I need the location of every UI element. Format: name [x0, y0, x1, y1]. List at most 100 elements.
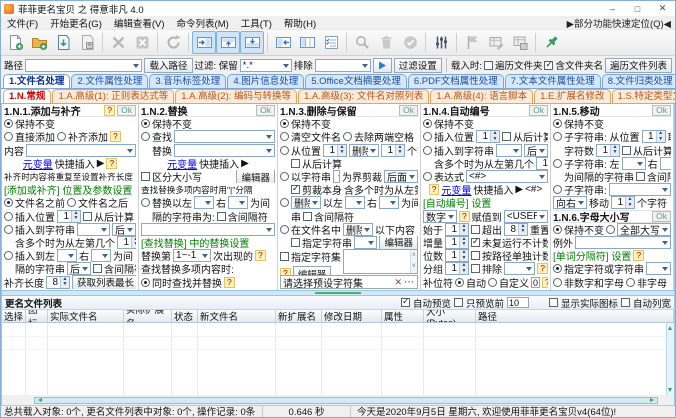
between-replace-combobox[interactable] — [141, 222, 275, 236]
clear-icon[interactable]: ✕ — [394, 277, 402, 288]
pad-auto-radio[interactable] — [455, 277, 464, 287]
menu-start-rename[interactable]: 开始更名(G) — [44, 16, 108, 30]
case-radio[interactable] — [606, 224, 615, 234]
spinner-arrows-icon[interactable] — [625, 197, 634, 209]
assign-combobox[interactable]: <USER.0> — [503, 209, 548, 223]
delete-mode-combobox[interactable]: 删除 — [349, 143, 379, 157]
menu-edit-view[interactable]: 编辑查看(V) — [108, 16, 171, 30]
spinner-arrows-icon[interactable] — [459, 223, 468, 235]
keep-radio[interactable] — [553, 224, 562, 234]
spinner-arrows-icon[interactable] — [337, 144, 346, 156]
keep-radio[interactable] — [423, 119, 432, 129]
left-string-combobox[interactable] — [621, 156, 646, 170]
digits-spinner[interactable]: 1 — [445, 249, 469, 263]
number-type-combobox[interactable]: 数字 — [423, 209, 457, 223]
keep-radio[interactable] — [4, 119, 13, 129]
preview-first-checkbox[interactable] — [453, 298, 463, 307]
include-sep-checkbox[interactable] — [216, 211, 226, 221]
direct-add-radio[interactable] — [4, 132, 13, 142]
pad-custom-input[interactable]: 0 — [531, 276, 541, 288]
export-save-button[interactable] — [75, 31, 99, 54]
menu-command-list[interactable]: 命令列表(M) — [171, 16, 235, 30]
spec-string-checkbox[interactable] — [291, 237, 300, 247]
exclude-combobox[interactable] — [504, 262, 536, 276]
left-string-combobox[interactable] — [194, 196, 214, 210]
direction-combobox[interactable]: 向右 — [553, 196, 587, 210]
panel-left-layout-button[interactable] — [271, 31, 295, 54]
case-combobox[interactable]: 全部大写 — [617, 222, 671, 236]
before-after-combobox[interactable]: 后 — [112, 222, 136, 236]
overflow-spinner[interactable]: 8 — [504, 222, 528, 236]
expression-radio[interactable] — [423, 172, 432, 182]
occurrence-combobox[interactable]: 1~-1 — [173, 249, 211, 263]
tab-office-summary[interactable]: 5.Office文档摘要处理 — [305, 74, 407, 88]
include-sep-checkbox[interactable] — [93, 264, 102, 274]
metavar-link[interactable]: 元变量 — [441, 183, 471, 196]
keep-radio[interactable] — [141, 119, 150, 129]
nocount-checkbox[interactable] — [471, 236, 480, 247]
include-sep-checkbox[interactable] — [636, 172, 645, 182]
help-icon[interactable]: ? — [255, 250, 266, 262]
load-path-button[interactable]: 载入路径 — [144, 57, 193, 73]
help-icon[interactable]: ? — [428, 184, 440, 196]
subtab-encoding[interactable]: 1.A.高级(2): 编码与转换等 — [175, 89, 298, 103]
boundary-string-combobox[interactable] — [333, 170, 340, 184]
help-icon[interactable]: ? — [542, 276, 548, 288]
count-spinner[interactable]: 1 — [381, 143, 405, 157]
right-string-combobox[interactable] — [379, 196, 399, 210]
from-end-checkbox[interactable] — [83, 211, 92, 221]
close-button[interactable]: ✕ — [650, 1, 675, 16]
per-path-checkbox[interactable] — [471, 251, 480, 261]
expression-combobox[interactable]: <#> — [466, 170, 548, 184]
spinner-arrows-icon[interactable] — [655, 131, 665, 143]
clear-name-radio[interactable] — [280, 132, 289, 142]
insert-between-radio[interactable] — [4, 251, 13, 261]
delete-selected-button[interactable] — [130, 31, 154, 54]
insert-to-string-radio[interactable] — [4, 224, 13, 234]
help-icon[interactable]: ? — [280, 268, 291, 276]
help-icon[interactable]: ? — [633, 250, 645, 262]
editor-button[interactable]: 编辑器 — [379, 235, 418, 250]
before-after-combobox[interactable]: 后 — [524, 143, 548, 157]
delete-check-button[interactable] — [374, 31, 398, 54]
col-new-extension[interactable]: 新扩展名 — [276, 310, 322, 322]
editor-button2[interactable]: 编辑器 — [292, 266, 332, 276]
tab-pdf-attribute[interactable]: 6.PDF文档属性处理 — [407, 74, 504, 88]
import-list-button[interactable] — [51, 31, 75, 54]
spinner-arrows-icon[interactable] — [71, 210, 80, 222]
traverse-file-list-button[interactable]: 遍历文件列表 — [604, 57, 672, 73]
show-icons-checkbox[interactable] — [548, 298, 558, 307]
tab-music-tag[interactable]: 3.音乐标签处理 — [149, 74, 227, 88]
simultaneous-radio[interactable] — [141, 277, 150, 287]
help-icon[interactable]: ? — [459, 210, 470, 222]
find-radio[interactable] — [141, 132, 150, 142]
substring-combobox[interactable] — [608, 183, 671, 197]
tab-image-info[interactable]: 4.图片信息处理 — [227, 74, 305, 88]
delete-mode-combobox2[interactable]: 删除 — [291, 196, 321, 210]
metavar-arrow-icon[interactable]: ▶ — [515, 184, 523, 195]
delete-button[interactable] — [106, 31, 130, 54]
insert-string-combobox[interactable] — [496, 143, 522, 157]
left-string-combobox[interactable] — [57, 249, 77, 263]
columns-layout-button[interactable] — [295, 31, 319, 54]
maximize-button[interactable]: □ — [625, 1, 650, 16]
spec-char-radio[interactable] — [553, 264, 562, 274]
col-modified-date[interactable]: 修改日期 — [322, 310, 382, 322]
help-icon[interactable]: ? — [537, 263, 548, 275]
editor-button[interactable]: 编辑器 — [236, 169, 275, 184]
apply-filter-button[interactable] — [372, 57, 392, 73]
tab-filename[interactable]: 1.文件名处理 — [3, 74, 71, 88]
case-sensitive-checkbox[interactable] — [141, 172, 150, 182]
keep-radio[interactable] — [280, 119, 289, 129]
help-icon[interactable]: ? — [104, 104, 116, 116]
filter-sliders-button[interactable] — [429, 31, 453, 54]
delete-mode-combobox3[interactable]: 删除 — [343, 222, 373, 236]
non-alpha-radio[interactable] — [626, 277, 635, 287]
increment-spinner[interactable]: 1 — [445, 235, 469, 249]
col-attributes[interactable]: 属性 — [382, 310, 424, 322]
charnum-spinner[interactable]: 1 — [596, 143, 620, 157]
move-spinner[interactable]: 1 — [611, 196, 635, 210]
group-spinner[interactable]: 1 — [445, 262, 469, 276]
spinner-arrows-icon[interactable] — [610, 144, 619, 156]
spinner-arrows-icon[interactable] — [60, 276, 69, 288]
